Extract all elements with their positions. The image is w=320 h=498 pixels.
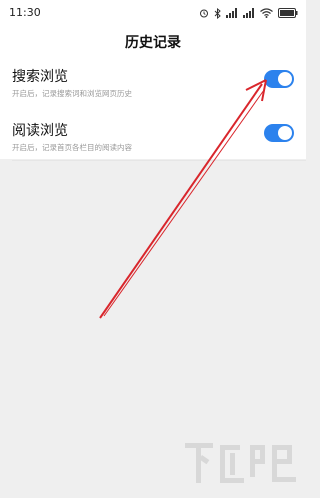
- setting-title: 搜索浏览: [12, 69, 68, 85]
- setting-description: 开启后，记录首页各栏目的阅读内容: [12, 143, 132, 152]
- status-time: 11:30: [9, 6, 41, 19]
- setting-title: 阅读浏览: [12, 123, 68, 139]
- bluetooth-icon: [214, 7, 221, 19]
- status-icons: [199, 5, 298, 21]
- reading-browsing-toggle[interactable]: [264, 124, 294, 142]
- search-browsing-toggle[interactable]: [264, 70, 294, 88]
- setting-row-reading-browsing[interactable]: 阅读浏览 开启后，记录首页各栏目的阅读内容: [0, 114, 306, 164]
- toggle-knob: [278, 126, 292, 140]
- signal-icon: [226, 8, 237, 18]
- battery-icon: [278, 8, 298, 18]
- signal-icon: [243, 8, 254, 18]
- header: 历史记录: [0, 28, 306, 56]
- setting-row-search-browsing[interactable]: 搜索浏览 开启后，记录搜索词和浏览网页历史: [0, 60, 306, 110]
- settings-list: 搜索浏览 开启后，记录搜索词和浏览网页历史 阅读浏览 开启后，记录首页各栏目的阅…: [0, 56, 306, 161]
- alarm-icon: [200, 9, 208, 18]
- page-title: 历史记录: [125, 35, 181, 51]
- wifi-icon: [260, 8, 273, 18]
- setting-description: 开启后，记录搜索词和浏览网页历史: [12, 89, 132, 98]
- watermark-logo: [185, 443, 296, 483]
- status-bar: 11:30: [0, 0, 306, 28]
- toggle-knob: [278, 72, 292, 86]
